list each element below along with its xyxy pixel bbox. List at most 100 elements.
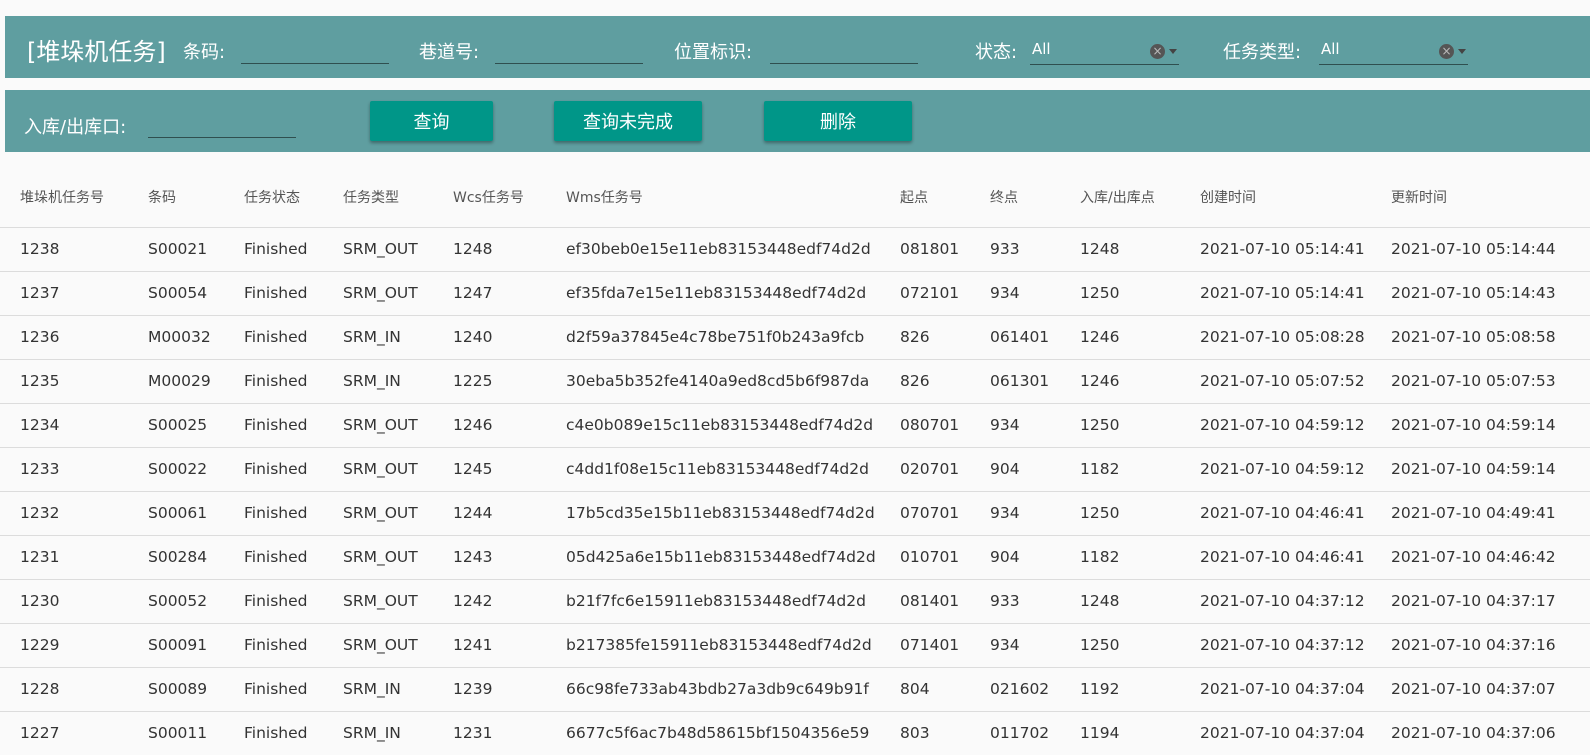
barcode-input[interactable] xyxy=(241,38,389,64)
cell-barcode: S00021 xyxy=(128,226,224,271)
cell-task-no: 1232 xyxy=(0,490,128,535)
cell-task-type: SRM_IN xyxy=(323,358,433,403)
cell-updated-time: 2021-07-10 04:46:42 xyxy=(1371,534,1590,579)
cell-end: 934 xyxy=(970,402,1060,447)
cell-port: 1250 xyxy=(1060,270,1180,315)
cell-task-status: Finished xyxy=(224,578,323,623)
task-table: 堆垛机任务号 条码 任务状态 任务类型 Wcs任务号 Wms任务号 起点 终点 入库/出库点 创建… xyxy=(0,168,1590,755)
clear-icon[interactable]: × xyxy=(1439,44,1454,59)
cell-wcs-task-no: 1245 xyxy=(433,446,546,491)
column-header-created-time[interactable]: 创建时间 xyxy=(1180,168,1371,227)
cell-task-no: 1227 xyxy=(0,710,128,755)
cell-task-no: 1238 xyxy=(0,226,128,271)
cell-barcode: S00091 xyxy=(128,622,224,667)
cell-port: 1248 xyxy=(1060,578,1180,623)
column-header-task-no[interactable]: 堆垛机任务号 xyxy=(0,168,128,227)
cell-created-time: 2021-07-10 05:08:28 xyxy=(1180,314,1371,359)
cell-task-status: Finished xyxy=(224,666,323,711)
cell-port: 1194 xyxy=(1060,710,1180,755)
port-input[interactable] xyxy=(148,112,296,138)
cell-wcs-task-no: 1225 xyxy=(433,358,546,403)
cell-end: 011702 xyxy=(970,710,1060,755)
cell-task-type: SRM_OUT xyxy=(323,402,433,447)
action-bar: 入库/出库口: 查询 查询未完成 删除 xyxy=(5,90,1590,152)
task-type-select-value: All xyxy=(1321,40,1340,58)
table-row[interactable]: 1233 S00022 Finished SRM_OUT 1245 c4dd1f08e15… xyxy=(0,446,1590,491)
status-select-value: All xyxy=(1032,40,1051,58)
table-row[interactable]: 1238 S00021 Finished SRM_OUT 1248 ef30beb0e15… xyxy=(0,226,1590,271)
cell-task-status: Finished xyxy=(224,358,323,403)
position-input[interactable] xyxy=(770,38,918,64)
query-button[interactable]: 查询 xyxy=(370,101,493,141)
cell-wms-task-no: b21f7fc6e15911eb83153448edf74d2d xyxy=(546,578,880,623)
cell-start: 070701 xyxy=(880,490,970,535)
cell-barcode: M00029 xyxy=(128,358,224,403)
cell-wms-task-no: 30eba5b352fe4140a9ed8cd5b6f987da xyxy=(546,358,880,403)
cell-start: 072101 xyxy=(880,270,970,315)
cell-start: 826 xyxy=(880,358,970,403)
cell-task-status: Finished xyxy=(224,446,323,491)
delete-button[interactable]: 删除 xyxy=(764,101,912,141)
cell-port: 1250 xyxy=(1060,622,1180,667)
chevron-down-icon[interactable] xyxy=(1458,49,1466,54)
clear-icon[interactable]: × xyxy=(1150,44,1165,59)
column-header-updated-time[interactable]: 更新时间 xyxy=(1371,168,1590,227)
table-row[interactable]: 1236 M00032 Finished SRM_IN 1240 d2f59a37845e… xyxy=(0,314,1590,359)
cell-task-no: 1237 xyxy=(0,270,128,315)
cell-port: 1246 xyxy=(1060,358,1180,403)
cell-task-status: Finished xyxy=(224,314,323,359)
cell-end: 904 xyxy=(970,446,1060,491)
column-header-wcs-task-no[interactable]: Wcs任务号 xyxy=(433,168,546,227)
cell-task-type: SRM_OUT xyxy=(323,270,433,315)
column-header-barcode[interactable]: 条码 xyxy=(128,168,224,227)
chevron-down-icon[interactable] xyxy=(1169,49,1177,54)
cell-updated-time: 2021-07-10 04:59:14 xyxy=(1371,446,1590,491)
column-header-task-status[interactable]: 任务状态 xyxy=(224,168,323,227)
cell-wms-task-no: c4dd1f08e15c11eb83153448edf74d2d xyxy=(546,446,880,491)
page-title: [堆垛机任务] xyxy=(27,38,166,66)
cell-task-type: SRM_IN xyxy=(323,666,433,711)
cell-updated-time: 2021-07-10 04:59:14 xyxy=(1371,402,1590,447)
cell-task-no: 1230 xyxy=(0,578,128,623)
task-type-label: 任务类型: xyxy=(1223,42,1302,63)
cell-port: 1246 xyxy=(1060,314,1180,359)
table-row[interactable]: 1234 S00025 Finished SRM_OUT 1246 c4e0b089e15… xyxy=(0,402,1590,447)
cell-task-no: 1228 xyxy=(0,666,128,711)
column-header-task-type[interactable]: 任务类型 xyxy=(323,168,433,227)
query-unfinished-button[interactable]: 查询未完成 xyxy=(554,101,702,141)
cell-barcode: S00089 xyxy=(128,666,224,711)
table-row[interactable]: 1229 S00091 Finished SRM_OUT 1241 b217385fe15… xyxy=(0,622,1590,667)
cell-wcs-task-no: 1246 xyxy=(433,402,546,447)
cell-end: 904 xyxy=(970,534,1060,579)
column-header-start[interactable]: 起点 xyxy=(880,168,970,227)
cell-wms-task-no: c4e0b089e15c11eb83153448edf74d2d xyxy=(546,402,880,447)
cell-updated-time: 2021-07-10 04:37:16 xyxy=(1371,622,1590,667)
column-header-end[interactable]: 终点 xyxy=(970,168,1060,227)
cell-task-type: SRM_OUT xyxy=(323,446,433,491)
cell-created-time: 2021-07-10 05:07:52 xyxy=(1180,358,1371,403)
cell-created-time: 2021-07-10 05:14:41 xyxy=(1180,270,1371,315)
cell-wms-task-no: b217385fe15911eb83153448edf74d2d xyxy=(546,622,880,667)
task-type-select[interactable]: All × xyxy=(1319,35,1468,65)
table-row[interactable]: 1232 S00061 Finished SRM_OUT 1244 17b5cd35e15… xyxy=(0,490,1590,535)
cell-barcode: S00054 xyxy=(128,270,224,315)
status-select[interactable]: All × xyxy=(1030,35,1179,65)
cell-start: 803 xyxy=(880,710,970,755)
table-row[interactable]: 1230 S00052 Finished SRM_OUT 1242 b21f7fc6e15… xyxy=(0,578,1590,623)
table-row[interactable]: 1235 M00029 Finished SRM_IN 1225 30eba5b352fe… xyxy=(0,358,1590,403)
table-row[interactable]: 1231 S00284 Finished SRM_OUT 1243 05d425a6e15… xyxy=(0,534,1590,579)
column-header-port[interactable]: 入库/出库点 xyxy=(1060,168,1180,227)
cell-task-type: SRM_OUT xyxy=(323,622,433,667)
cell-start: 081801 xyxy=(880,226,970,271)
cell-task-type: SRM_OUT xyxy=(323,226,433,271)
lane-label: 巷道号: xyxy=(419,42,480,63)
table-row[interactable]: 1227 S00011 Finished SRM_IN 1231 6677c5f6ac7b… xyxy=(0,710,1590,755)
cell-task-type: SRM_OUT xyxy=(323,490,433,535)
lane-input[interactable] xyxy=(495,38,643,64)
cell-wcs-task-no: 1241 xyxy=(433,622,546,667)
cell-created-time: 2021-07-10 04:37:12 xyxy=(1180,578,1371,623)
table-row[interactable]: 1237 S00054 Finished SRM_OUT 1247 ef35fda7e15… xyxy=(0,270,1590,315)
column-header-wms-task-no[interactable]: Wms任务号 xyxy=(546,168,880,227)
cell-wms-task-no: 66c98fe733ab43bdb27a3db9c649b91f xyxy=(546,666,880,711)
table-row[interactable]: 1228 S00089 Finished SRM_IN 1239 66c98fe733ab… xyxy=(0,666,1590,711)
